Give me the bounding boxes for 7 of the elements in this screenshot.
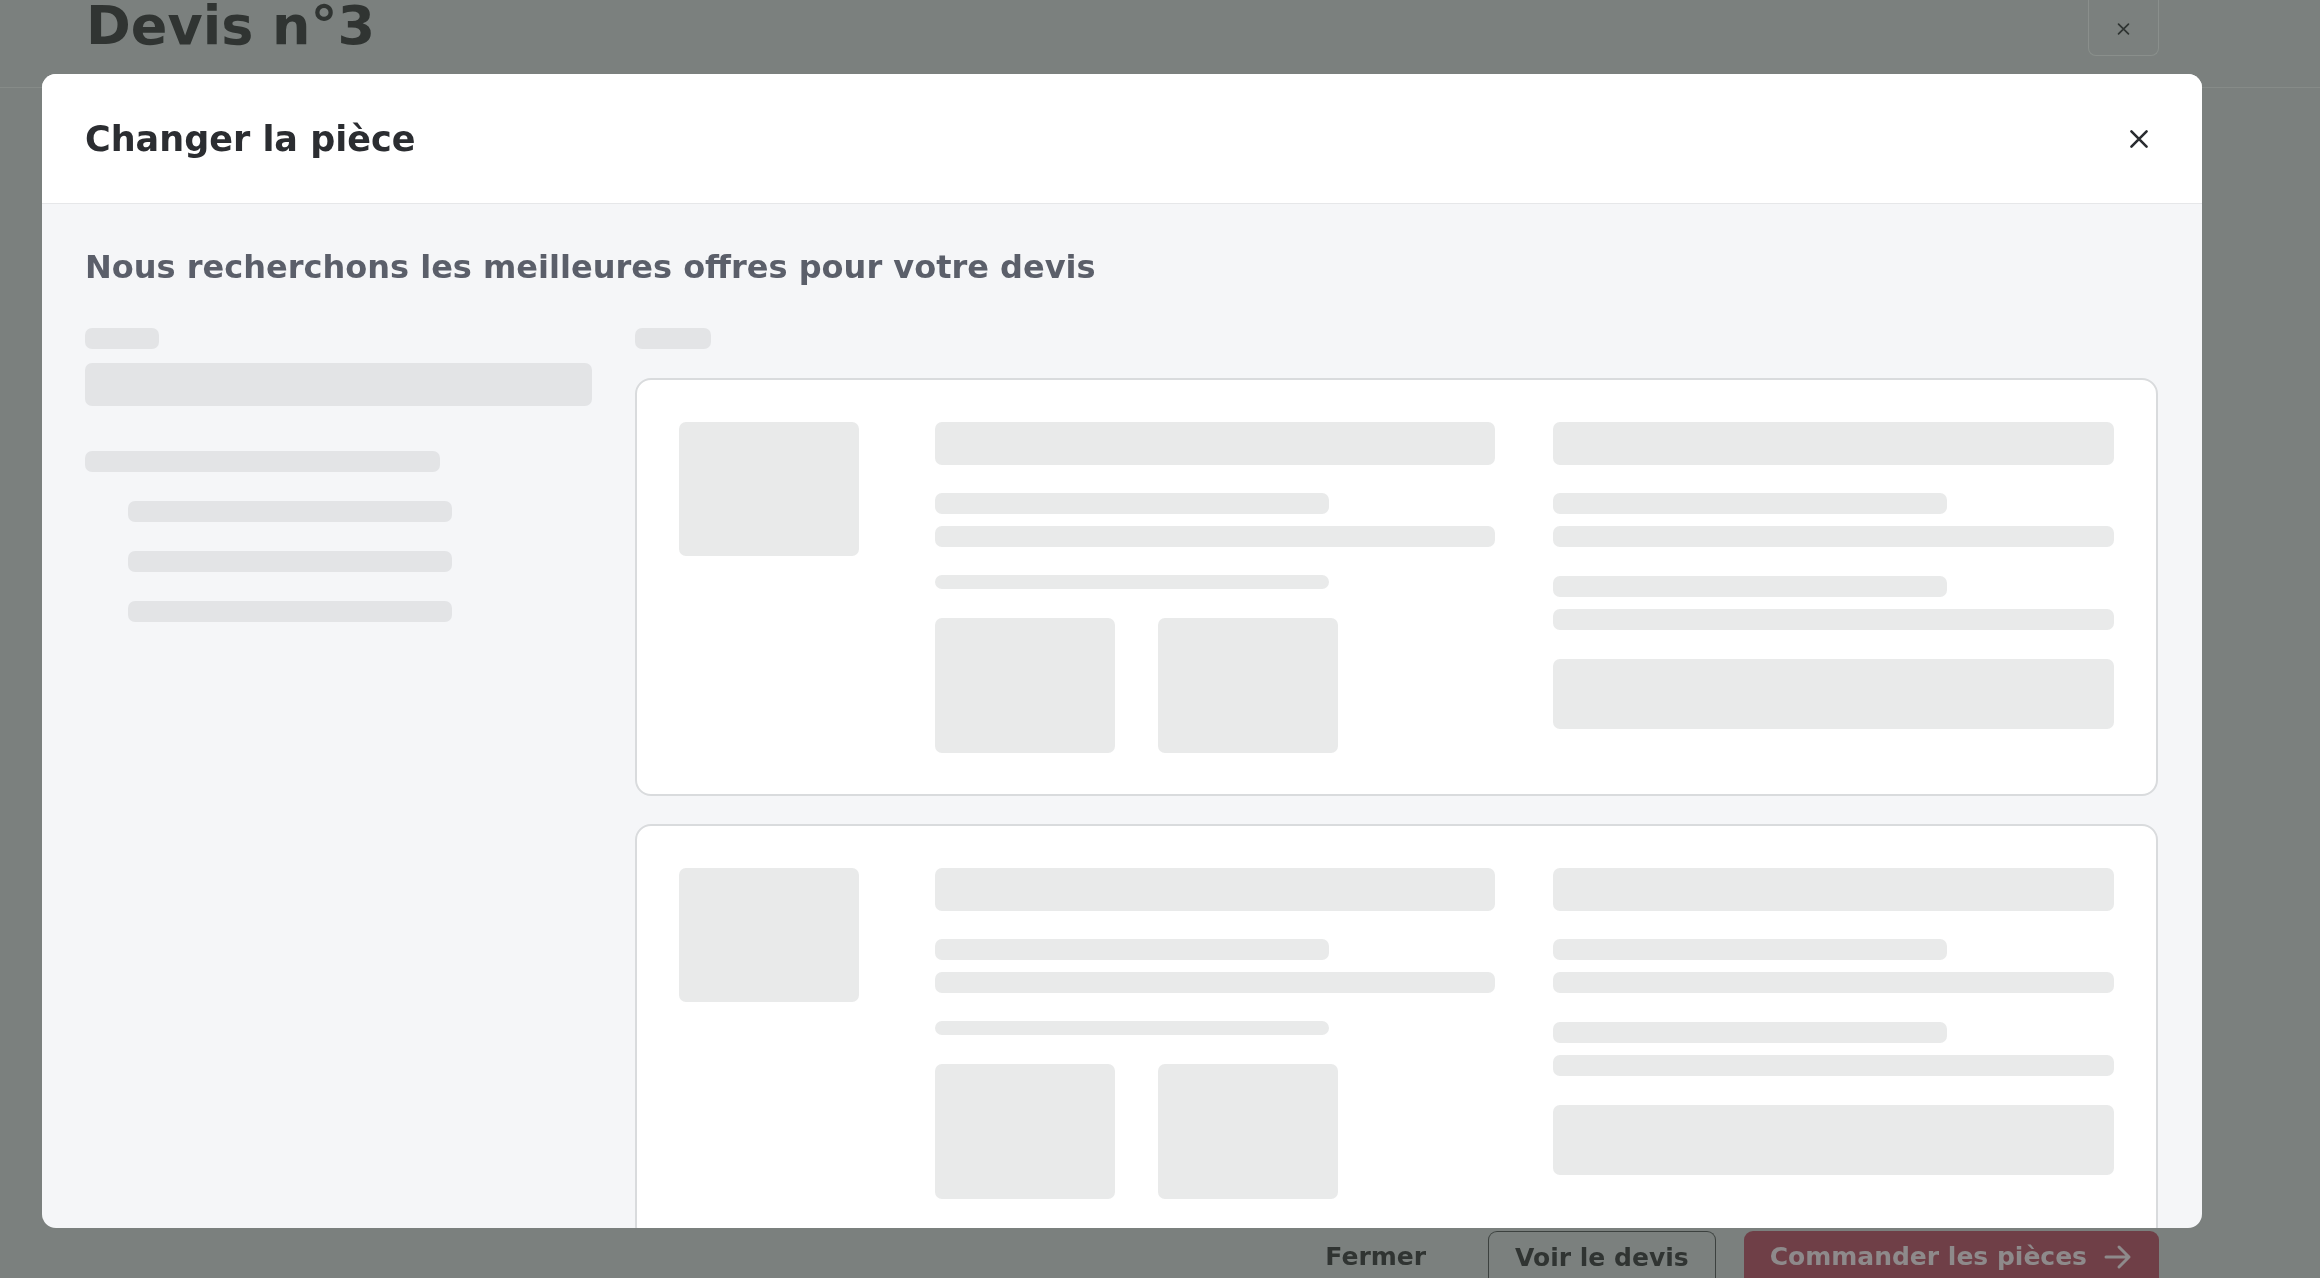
order-button[interactable]: Commander les pièces	[1743, 1231, 2159, 1278]
view-quote-button[interactable]: Voir le devis	[1488, 1231, 1716, 1278]
page-title: Devis n°3	[86, 0, 376, 52]
close-button[interactable]: Fermer	[1299, 1231, 1453, 1278]
modal-title: Changer la pièce	[85, 118, 416, 159]
loading-message: Nous recherchons les meilleures offres pour votre devis	[85, 248, 1097, 286]
arrow-right-icon	[2103, 1243, 2133, 1270]
